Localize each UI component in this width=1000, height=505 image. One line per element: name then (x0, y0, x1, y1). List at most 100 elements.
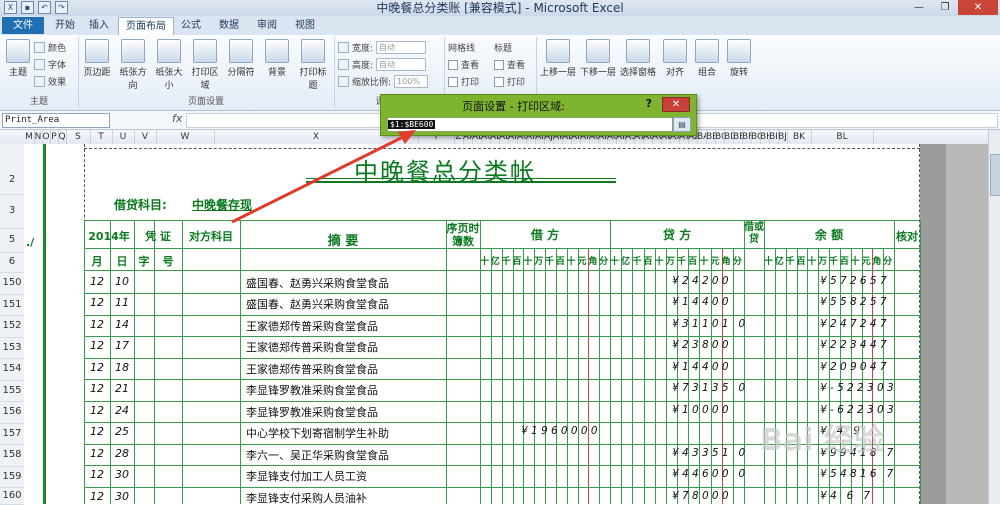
selection-pane-button[interactable]: 选择窗格 (618, 39, 658, 78)
bring-forward-button[interactable]: 上移一层 (538, 39, 578, 78)
restore-button[interactable]: ❐ (932, 0, 958, 15)
cell-day[interactable]: 18 (115, 361, 129, 374)
cell-credit[interactable]: ¥43351 0 (672, 447, 749, 459)
cell-summary[interactable]: 李六一、吴正华采购食堂食品 (246, 447, 389, 463)
cell-balance[interactable]: ¥223447 (820, 339, 890, 351)
cell-day[interactable]: 28 (115, 447, 129, 460)
minimize-button[interactable]: — (906, 0, 932, 15)
cell-debit[interactable]: ¥1960000 (521, 425, 601, 437)
cell-month[interactable]: 12 (90, 404, 104, 417)
cell-summary[interactable]: 王家德郑传普采购食堂食品 (246, 361, 378, 377)
cell-day[interactable]: 14 (115, 318, 129, 331)
cell-month[interactable]: 12 (90, 447, 104, 460)
align-button[interactable]: 对齐 (658, 39, 692, 78)
cell-credit[interactable]: ¥10000 (672, 404, 732, 416)
rotate-button[interactable]: 旋转 (722, 39, 756, 78)
colors-button[interactable]: 颜色 (34, 41, 66, 54)
cell-credit[interactable]: ¥73135 0 (672, 382, 749, 394)
cell-summary[interactable]: 王家德郑传普采购食堂食品 (246, 318, 378, 334)
cell-month[interactable]: 12 (90, 425, 104, 438)
cell-month[interactable]: 12 (90, 275, 104, 288)
breaks-button[interactable]: 分隔符 (224, 39, 258, 78)
row-header[interactable]: 160 (0, 487, 24, 505)
column-header[interactable]: W (156, 130, 215, 144)
cell-balance[interactable]: ¥572657 (820, 275, 890, 287)
dialog-close-button[interactable]: ✕ (662, 97, 690, 112)
cell-credit[interactable]: ¥31101 0 (672, 318, 749, 330)
row-header[interactable]: 5 (0, 228, 24, 253)
tab-home[interactable]: 开始 (48, 17, 82, 34)
cell-day[interactable]: 30 (115, 490, 129, 503)
row-header[interactable]: 3 (0, 194, 24, 229)
cell-day[interactable]: 11 (115, 296, 129, 309)
fonts-button[interactable]: 字体 (34, 58, 66, 71)
background-button[interactable]: 背景 (260, 39, 294, 78)
orientation-button[interactable]: 纸张方向 (116, 39, 150, 91)
tab-insert[interactable]: 插入 (84, 17, 114, 34)
cell-month[interactable]: 12 (90, 339, 104, 352)
cell-balance[interactable]: ¥54816 7 (820, 468, 897, 480)
row-header[interactable]: 157 (0, 423, 24, 445)
cell-credit[interactable]: ¥14400 (672, 361, 732, 373)
cell-balance[interactable]: ¥-522303 (820, 382, 897, 394)
cell-credit[interactable]: ¥44600 0 (672, 468, 749, 480)
cell-day[interactable]: 21 (115, 382, 129, 395)
row-header[interactable]: 6 (0, 252, 24, 273)
tab-formulas[interactable]: 公式 (176, 17, 206, 34)
print-area-button[interactable]: 打印区域 (188, 39, 222, 91)
cell-summary[interactable]: 盛国春、赵勇兴采购食堂食品 (246, 296, 389, 312)
tab-review[interactable]: 审阅 (252, 17, 282, 34)
row-header[interactable]: 159 (0, 466, 24, 488)
cell-summary[interactable]: 李显锋罗教准采购食堂食品 (246, 382, 378, 398)
cell-summary[interactable]: 中心学校下划寄宿制学生补助 (246, 425, 389, 441)
headings-print-checkbox[interactable]: 打印 (494, 75, 525, 88)
cell-summary[interactable]: 李显锋支付加工人员工资 (246, 468, 367, 484)
tab-view[interactable]: 视图 (290, 17, 320, 34)
cell-balance[interactable]: ¥558257 (820, 296, 890, 308)
cell-month[interactable]: 12 (90, 468, 104, 481)
column-header[interactable]: BK (787, 130, 812, 144)
cell-credit[interactable]: ¥78000 (672, 490, 732, 502)
send-backward-button[interactable]: 下移一层 (578, 39, 618, 78)
cell-month[interactable]: 12 (90, 318, 104, 331)
tab-page-layout[interactable]: 页面布局 (118, 17, 174, 36)
row-header[interactable]: 152 (0, 315, 24, 338)
cell-credit[interactable]: ¥14400 (672, 296, 732, 308)
scale-control[interactable]: 缩放比例: 100% (338, 75, 429, 88)
cell-day[interactable]: 24 (115, 404, 129, 417)
name-box[interactable]: Print_Area (2, 113, 110, 128)
column-header[interactable]: BL (811, 130, 874, 144)
gridlines-view-checkbox[interactable]: 查看 (448, 58, 479, 71)
cell-day[interactable]: 10 (115, 275, 129, 288)
row-header[interactable]: 151 (0, 294, 24, 316)
cell-balance[interactable]: ¥247247 (820, 318, 890, 330)
cell-day[interactable]: 17 (115, 339, 129, 352)
collapse-icon[interactable]: ▤ (673, 117, 691, 132)
themes-button[interactable]: 主题 (1, 39, 35, 78)
column-header[interactable]: S (66, 130, 91, 144)
row-header[interactable]: 150 (0, 272, 24, 295)
cell-day[interactable]: 25 (115, 425, 129, 438)
row-header[interactable]: 2 (0, 166, 24, 195)
group-button[interactable]: 组合 (690, 39, 724, 78)
cell-credit[interactable]: ¥23800 (672, 339, 732, 351)
width-control[interactable]: 宽度: 自动 (338, 41, 427, 54)
size-button[interactable]: 纸张大小 (152, 39, 186, 91)
tab-file[interactable]: 文件 (2, 17, 44, 34)
cell-summary[interactable]: 王家德郑传普采购食堂食品 (246, 339, 378, 355)
print-area-input[interactable]: $1:$BE600 (387, 117, 673, 132)
cell-summary[interactable]: 李显锋支付采购人员油补 (246, 490, 367, 504)
row-header[interactable]: 158 (0, 444, 24, 467)
cell-month[interactable]: 12 (90, 490, 104, 503)
cell-month[interactable]: 12 (90, 361, 104, 374)
cell-day[interactable]: 30 (115, 468, 129, 481)
print-titles-button[interactable]: 打印标题 (296, 39, 330, 91)
fx-icon[interactable]: fx (172, 112, 182, 125)
vertical-scrollbar[interactable] (988, 130, 1000, 504)
row-header[interactable]: 156 (0, 401, 24, 424)
margins-button[interactable]: 页边距 (80, 39, 114, 78)
cell-balance[interactable]: ¥209047 (820, 361, 890, 373)
column-header[interactable]: U (112, 130, 135, 144)
row-header[interactable]: 153 (0, 337, 24, 359)
row-header[interactable]: 155 (0, 380, 24, 402)
